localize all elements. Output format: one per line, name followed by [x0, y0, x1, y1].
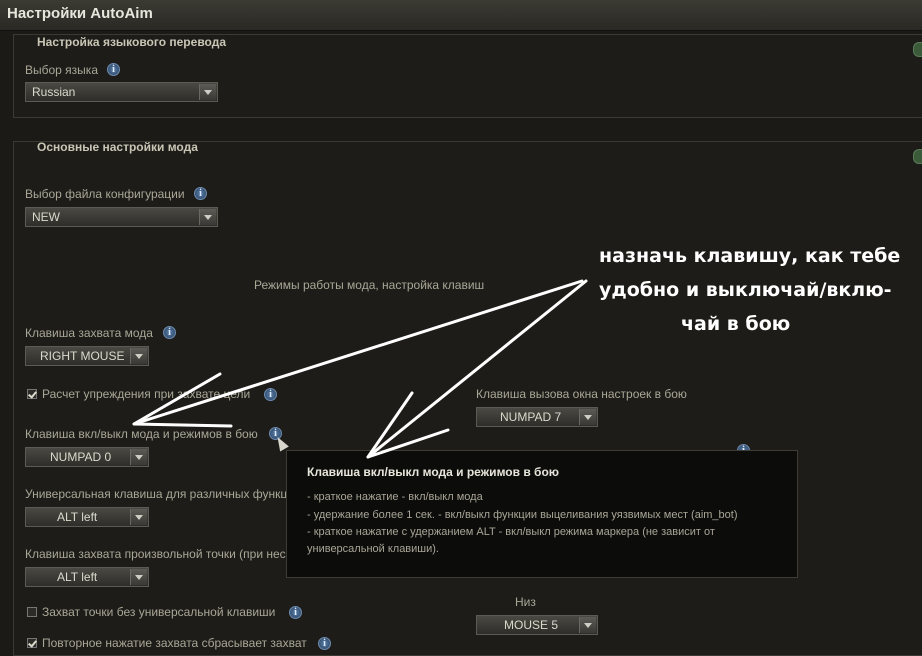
arrow-to-tooltip — [366, 279, 588, 459]
arrow-to-toggle-key — [132, 279, 584, 426]
annotation-line: чай в бою — [681, 313, 791, 335]
annotation-line: назначь клавишу, как тебе — [599, 245, 901, 267]
annotation-line: удобно и выключай/вклю- — [599, 279, 892, 301]
